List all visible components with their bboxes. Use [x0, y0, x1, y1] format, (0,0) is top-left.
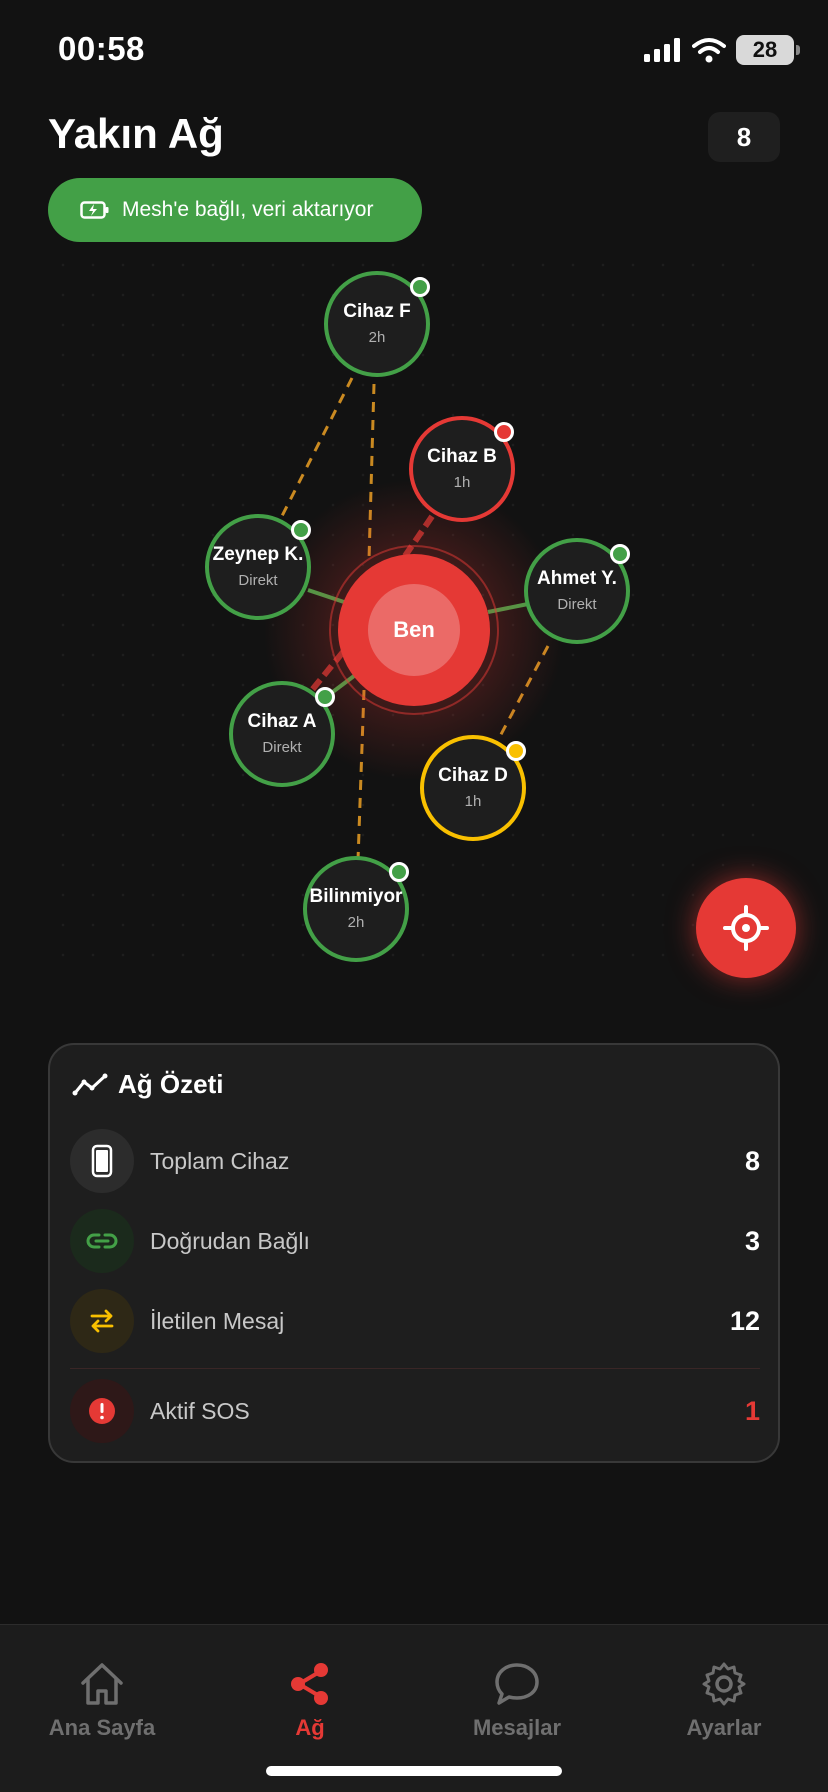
- node-cihaz-d[interactable]: Cihaz D 1h: [420, 735, 526, 841]
- stat-value: 1: [744, 1395, 760, 1426]
- stat-row-relayed-messages: İletilen Mesaj 12: [70, 1288, 760, 1354]
- transfer-icon: [90, 1309, 114, 1333]
- stat-value: 3: [744, 1225, 760, 1256]
- tab-network[interactable]: Ağ: [220, 1661, 400, 1741]
- home-icon: [81, 1663, 123, 1705]
- tab-label: Ağ: [295, 1715, 325, 1740]
- crosshair-icon: [723, 905, 769, 951]
- share-icon: [291, 1663, 328, 1705]
- node-hops: 2h: [347, 913, 365, 931]
- stat-label: İletilen Mesaj: [150, 1307, 285, 1334]
- status-dot-red: [494, 422, 514, 442]
- locate-me-button[interactable]: [696, 878, 796, 978]
- status-dot-green: [610, 544, 630, 564]
- node-hops: 1h: [453, 473, 471, 491]
- trend-icon: [72, 1073, 108, 1095]
- stat-label: Aktif SOS: [150, 1397, 250, 1424]
- gear-icon: [702, 1662, 746, 1706]
- stat-icon-wrap: [70, 1209, 134, 1273]
- status-dot-green: [291, 520, 311, 540]
- phone-icon: [91, 1144, 113, 1178]
- network-summary-card: Ağ Özeti Toplam Cihaz 8 Doğrudan Bağlı 3: [48, 1043, 780, 1463]
- sos-divider: [70, 1368, 760, 1369]
- stat-icon-wrap: [70, 1289, 134, 1353]
- stat-icon-wrap: [70, 1129, 134, 1193]
- tab-home[interactable]: Ana Sayfa: [12, 1661, 192, 1741]
- node-hops: 1h: [464, 792, 482, 810]
- alert-icon: [89, 1398, 115, 1424]
- node-name: Ahmet Y.: [537, 568, 617, 590]
- stat-value: 12: [729, 1305, 760, 1336]
- node-hops: Direkt: [557, 595, 597, 613]
- summary-header: Ağ Özeti: [72, 1069, 223, 1100]
- status-dot-yellow: [506, 741, 526, 761]
- stat-label: Toplam Cihaz: [150, 1147, 290, 1174]
- status-dot-green: [410, 277, 430, 297]
- home-indicator: [266, 1766, 562, 1776]
- node-ahmet[interactable]: Ahmet Y. Direkt: [524, 538, 630, 644]
- stat-row-active-sos: Aktif SOS 1: [70, 1378, 760, 1444]
- link-icon: [86, 1233, 118, 1249]
- node-name: Bilinmiyor: [309, 886, 403, 908]
- summary-title: Ağ Özeti: [118, 1069, 224, 1099]
- stat-row-direct-connected: Doğrudan Bağlı 3: [70, 1208, 760, 1274]
- node-name: Cihaz B: [427, 446, 497, 468]
- stat-label: Doğrudan Bağlı: [150, 1227, 310, 1254]
- chat-icon: [495, 1663, 539, 1705]
- node-name: Cihaz F: [343, 301, 411, 323]
- tab-label: Mesajlar: [472, 1715, 562, 1740]
- tab-messages[interactable]: Mesajlar: [427, 1661, 607, 1741]
- node-name: Zeynep K.: [212, 544, 304, 566]
- node-zeynep[interactable]: Zeynep K. Direkt: [205, 514, 311, 620]
- tab-label: Ayarlar: [686, 1715, 762, 1740]
- me-node-label: Ben: [368, 584, 460, 676]
- stat-value: 8: [744, 1145, 760, 1176]
- node-hops: Direkt: [262, 738, 302, 756]
- node-name: Cihaz D: [438, 765, 508, 787]
- node-bilinmiyor[interactable]: Bilinmiyor 2h: [303, 856, 409, 962]
- stat-icon-wrap: [70, 1379, 134, 1443]
- node-name: Cihaz A: [247, 711, 317, 733]
- node-cihaz-f[interactable]: Cihaz F 2h: [324, 271, 430, 377]
- node-cihaz-b[interactable]: Cihaz B 1h: [409, 416, 515, 522]
- stat-row-total-devices: Toplam Cihaz 8: [70, 1128, 760, 1194]
- status-dot-green: [315, 687, 335, 707]
- me-node[interactable]: Ben: [338, 554, 490, 706]
- node-hops: Direkt: [238, 571, 278, 589]
- node-hops: 2h: [368, 328, 386, 346]
- status-dot-green: [389, 862, 409, 882]
- node-cihaz-a[interactable]: Cihaz A Direkt: [229, 681, 335, 787]
- tab-label: Ana Sayfa: [48, 1715, 156, 1740]
- tab-settings[interactable]: Ayarlar: [634, 1661, 814, 1741]
